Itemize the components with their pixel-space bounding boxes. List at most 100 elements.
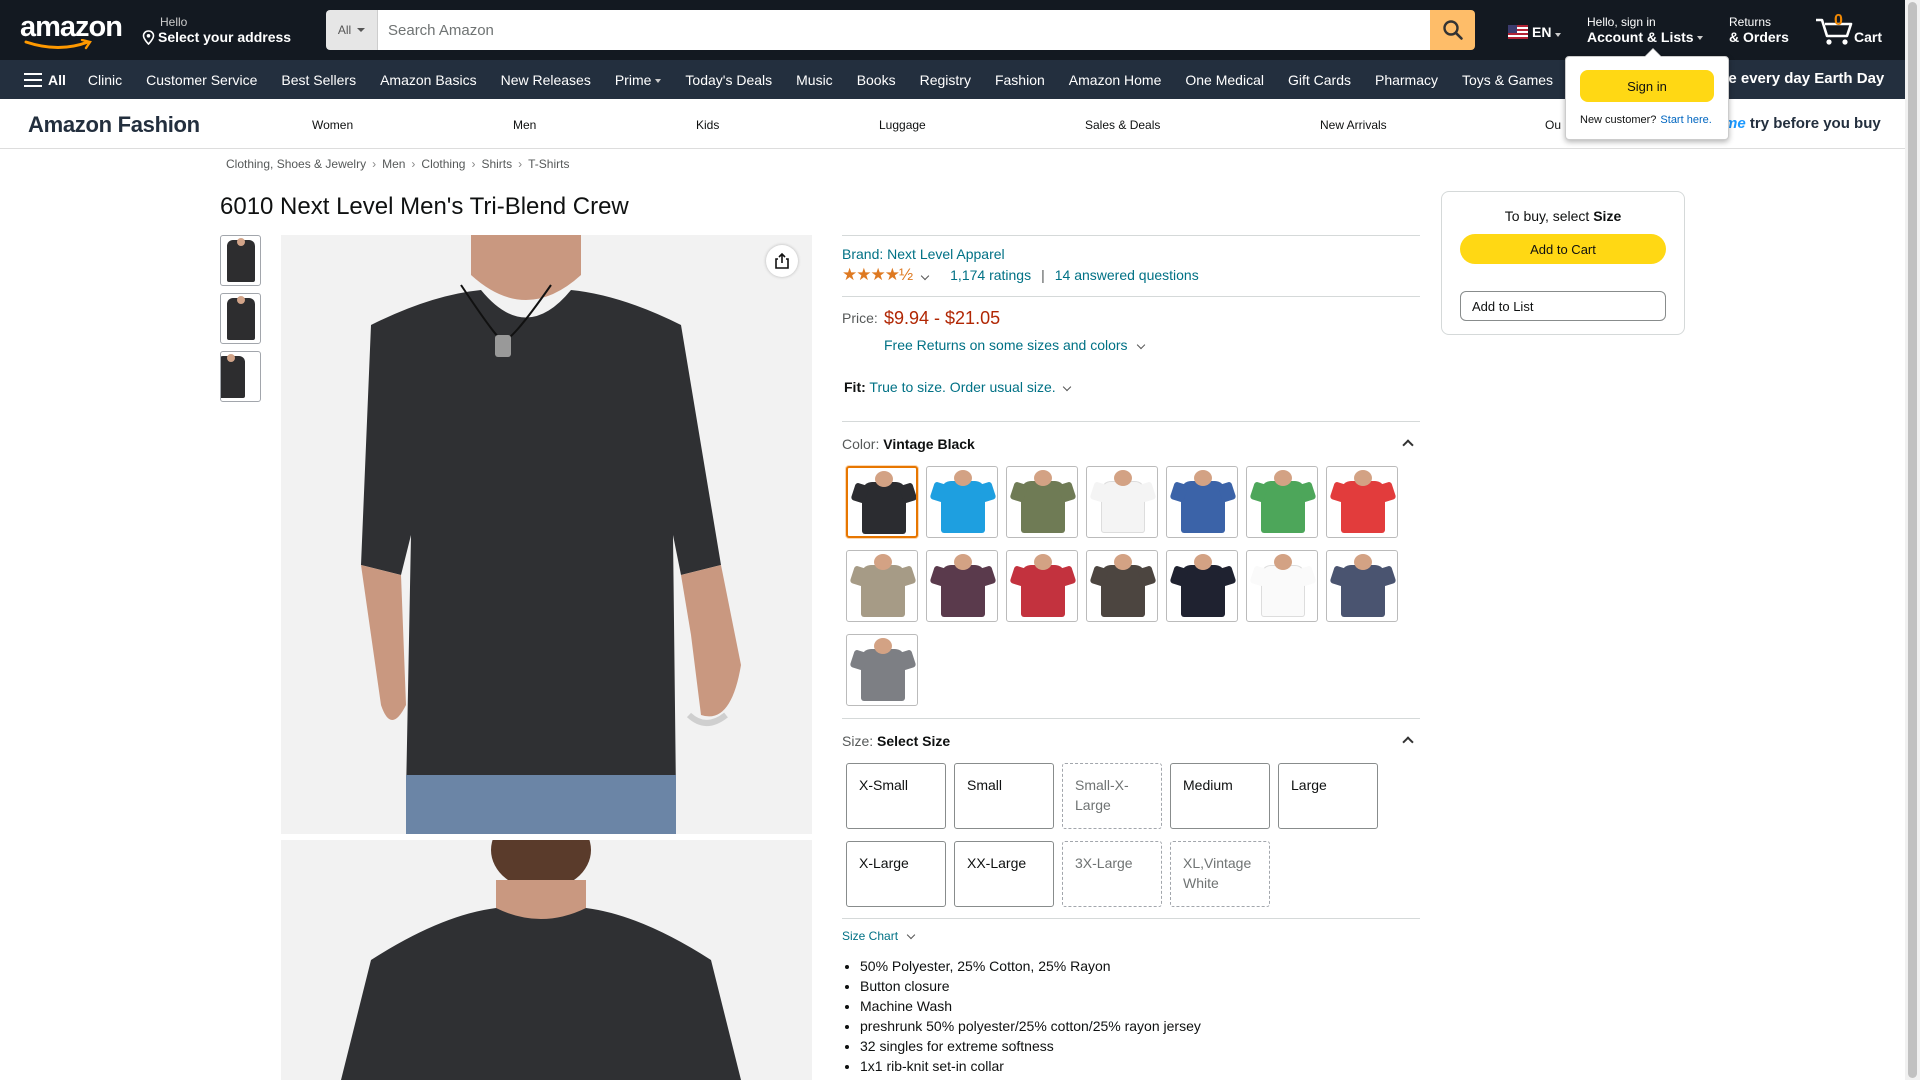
account-greeting: Hello, sign in xyxy=(1587,15,1656,29)
nav-item-todays-deals[interactable]: Today's Deals xyxy=(673,72,784,88)
chevron-up-icon[interactable] xyxy=(1402,439,1414,451)
chevron-up-icon[interactable] xyxy=(1402,736,1414,748)
breadcrumb-item[interactable]: Clothing, Shoes & Jewelry xyxy=(226,157,366,171)
search-input[interactable] xyxy=(378,10,1430,50)
nav-item-amazon-basics[interactable]: Amazon Basics xyxy=(368,72,488,88)
breadcrumb-item[interactable]: Clothing xyxy=(421,157,465,171)
chevron-down-icon xyxy=(1136,340,1145,350)
color-swatch[interactable] xyxy=(1006,466,1078,538)
fashion-tab-kids[interactable]: Kids xyxy=(696,118,719,132)
cart-button[interactable]: 0 Cart xyxy=(1814,12,1894,48)
share-button[interactable] xyxy=(766,245,798,277)
fashion-tab-sales-deals[interactable]: Sales & Deals xyxy=(1085,118,1160,132)
account-lists-menu[interactable]: Hello, sign in Account & Lists xyxy=(1587,15,1704,45)
nav-item-best-sellers[interactable]: Best Sellers xyxy=(269,72,368,88)
size-option[interactable]: Large xyxy=(1278,763,1378,829)
color-swatch[interactable] xyxy=(1246,466,1318,538)
gallery-thumbnail[interactable] xyxy=(220,235,261,286)
color-swatch[interactable] xyxy=(1006,550,1078,622)
color-swatch[interactable] xyxy=(1166,550,1238,622)
fashion-tab-new-arrivals[interactable]: New Arrivals xyxy=(1320,118,1387,132)
fashion-tab-women[interactable]: Women xyxy=(312,118,353,132)
scrollbar-thumb[interactable] xyxy=(1908,2,1917,1078)
page-scrollbar[interactable] xyxy=(1905,0,1920,1080)
prime-try-before-you-buy-banner[interactable]: me try before you buy xyxy=(1724,115,1881,132)
nav-item-clinic[interactable]: Clinic xyxy=(76,72,134,88)
star-rating-icon[interactable]: ★★★★½ xyxy=(842,265,913,285)
nav-item-pharmacy[interactable]: Pharmacy xyxy=(1363,72,1450,88)
size-option[interactable]: X-Large xyxy=(846,841,946,907)
fit-value-link[interactable]: True to size. Order usual size. xyxy=(869,379,1075,395)
deliver-to-address[interactable]: Hello Select your address xyxy=(142,15,291,48)
amazon-logo[interactable]: amazon xyxy=(20,12,123,50)
color-swatch[interactable] xyxy=(1086,550,1158,622)
nav-item-prime[interactable]: Prime xyxy=(603,72,674,88)
ratings-count-link[interactable]: 1,174 ratings xyxy=(950,267,1031,283)
color-swatch[interactable] xyxy=(926,550,998,622)
color-swatch[interactable] xyxy=(1326,550,1398,622)
color-swatch[interactable] xyxy=(846,466,918,538)
search-category-select[interactable]: All xyxy=(326,10,378,50)
breadcrumb-item[interactable]: T-Shirts xyxy=(528,157,569,171)
tshirt-graphic xyxy=(862,482,906,534)
earth-day-promo[interactable]: ke every day Earth Day xyxy=(1720,70,1884,87)
search-button[interactable] xyxy=(1430,10,1475,50)
nav-item-toys-games[interactable]: Toys & Games xyxy=(1450,72,1565,88)
amazon-fashion-logo[interactable]: Amazon Fashion xyxy=(28,112,200,138)
nav-item-new-releases[interactable]: New Releases xyxy=(489,72,603,88)
fashion-tab-luggage[interactable]: Luggage xyxy=(879,118,926,132)
nav-item-books[interactable]: Books xyxy=(845,72,908,88)
color-swatch[interactable] xyxy=(846,634,918,706)
color-swatch[interactable] xyxy=(1166,466,1238,538)
gallery-thumbnail[interactable] xyxy=(220,351,261,402)
breadcrumb-item[interactable]: Shirts xyxy=(481,157,512,171)
breadcrumb-item[interactable]: Men xyxy=(382,157,405,171)
model-head-graphic xyxy=(954,470,972,486)
size-chart-link[interactable]: Size Chart xyxy=(842,929,920,943)
color-swatch[interactable] xyxy=(1326,466,1398,538)
free-returns-link[interactable]: Free Returns on some sizes and colors xyxy=(884,337,1150,353)
size-option[interactable]: 3X-Large xyxy=(1062,841,1162,907)
all-menu-button[interactable]: All xyxy=(14,72,76,88)
model-head-graphic xyxy=(1354,470,1372,486)
nav-item-gift-cards[interactable]: Gift Cards xyxy=(1276,72,1363,88)
answered-questions-link[interactable]: 14 answered questions xyxy=(1055,267,1199,283)
gallery-thumbnail[interactable] xyxy=(220,293,261,344)
chevron-down-icon[interactable] xyxy=(920,271,930,280)
model-head-graphic xyxy=(954,554,972,570)
tshirt-graphic xyxy=(1181,481,1225,533)
nav-item-one-medical[interactable]: One Medical xyxy=(1173,72,1276,88)
nav-item-amazon-home[interactable]: Amazon Home xyxy=(1057,72,1174,88)
add-to-cart-button[interactable]: Add to Cart xyxy=(1460,234,1666,264)
size-option[interactable]: Small xyxy=(954,763,1054,829)
fashion-tab-our-brands[interactable]: Ou xyxy=(1545,118,1561,132)
color-swatch[interactable] xyxy=(926,466,998,538)
color-swatch[interactable] xyxy=(1246,550,1318,622)
color-swatch[interactable] xyxy=(846,550,918,622)
model-head-graphic xyxy=(1354,554,1372,570)
nav-item-fashion[interactable]: Fashion xyxy=(983,72,1057,88)
secondary-product-image[interactable] xyxy=(281,840,812,1080)
nav-item-customer-service[interactable]: Customer Service xyxy=(134,72,269,88)
returns-orders-link[interactable]: Returns & Orders xyxy=(1729,15,1789,45)
signin-button[interactable]: Sign in xyxy=(1580,70,1714,102)
add-to-list-button[interactable]: Add to List xyxy=(1460,291,1666,321)
color-swatch[interactable] xyxy=(1086,466,1158,538)
size-option[interactable]: Medium xyxy=(1170,763,1270,829)
tshirt-graphic xyxy=(1021,565,1065,617)
chevron-right-icon: › xyxy=(518,157,523,171)
size-option[interactable]: X-Small xyxy=(846,763,946,829)
nav-item-music[interactable]: Music xyxy=(784,72,845,88)
size-option[interactable]: XX-Large xyxy=(954,841,1054,907)
nav-item-registry[interactable]: Registry xyxy=(908,72,983,88)
start-here-link[interactable]: Start here. xyxy=(1660,114,1711,126)
model-head-graphic xyxy=(1194,470,1212,486)
ratings-separator: | xyxy=(1041,267,1045,283)
brand-link[interactable]: Brand: Next Level Apparel xyxy=(842,246,1005,262)
main-product-image[interactable] xyxy=(281,235,812,834)
tshirt-graphic xyxy=(1101,481,1145,533)
size-option[interactable]: XL,Vintage White xyxy=(1170,841,1270,907)
size-option[interactable]: Small-X-Large xyxy=(1062,763,1162,829)
fashion-tab-men[interactable]: Men xyxy=(513,118,536,132)
language-selector[interactable]: EN xyxy=(1508,24,1562,40)
